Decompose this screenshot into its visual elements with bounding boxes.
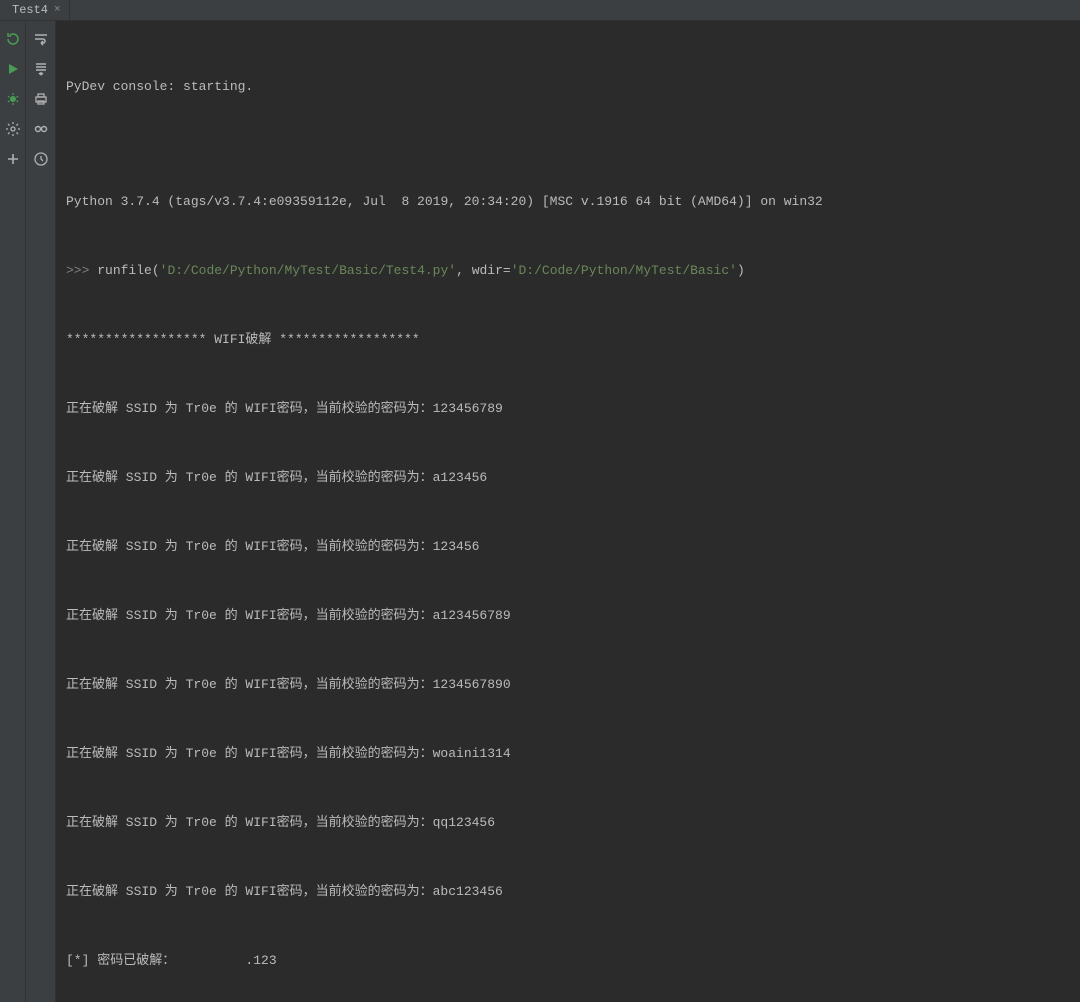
tab-test4[interactable]: Test4 ×	[4, 0, 70, 20]
console-line: >>> runfile('D:/Code/Python/MyTest/Basic…	[66, 259, 1070, 282]
console-toolbar	[26, 21, 56, 1002]
console-line: 正在破解 SSID 为 Tr0e 的 WIFI密码，当前校验的密码为：12345…	[66, 673, 1070, 696]
console-line: [*] 密码已破解： .123	[66, 949, 1070, 972]
tab-bar: Test4 ×	[0, 0, 1080, 21]
print-icon[interactable]	[33, 91, 49, 107]
console-line: 正在破解 SSID 为 Tr0e 的 WIFI密码，当前校验的密码为：12345…	[66, 397, 1070, 420]
runfile-mid: , wdir=	[456, 263, 511, 278]
console-line: Python 3.7.4 (tags/v3.7.4:e09359112e, Ju…	[66, 190, 1070, 213]
settings-icon[interactable]	[5, 121, 21, 137]
close-icon[interactable]: ×	[54, 4, 61, 16]
soft-wrap-icon[interactable]	[33, 31, 49, 47]
console-line: ****************** WIFI破解 **************…	[66, 328, 1070, 351]
console-output[interactable]: PyDev console: starting. Python 3.7.4 (t…	[56, 21, 1080, 1002]
rerun-icon[interactable]	[5, 31, 21, 47]
tab-label: Test4	[12, 3, 48, 17]
run-toolbar	[0, 21, 26, 1002]
console-line: 正在破解 SSID 为 Tr0e 的 WIFI密码，当前校验的密码为：a1234…	[66, 466, 1070, 489]
run-icon[interactable]	[5, 61, 21, 77]
content-area: PyDev console: starting. Python 3.7.4 (t…	[0, 21, 1080, 1002]
scroll-to-end-icon[interactable]	[33, 61, 49, 77]
debug-icon[interactable]	[5, 91, 21, 107]
console-line: 正在破解 SSID 为 Tr0e 的 WIFI密码，当前校验的密码为：abc12…	[66, 880, 1070, 903]
add-icon[interactable]	[5, 151, 21, 167]
prompt: >>>	[66, 263, 97, 278]
console-line: 正在破解 SSID 为 Tr0e 的 WIFI密码，当前校验的密码为：12345…	[66, 535, 1070, 558]
console-line: 正在破解 SSID 为 Tr0e 的 WIFI密码，当前校验的密码为：woain…	[66, 742, 1070, 765]
runfile-call: runfile(	[97, 263, 159, 278]
runfile-end: )	[737, 263, 745, 278]
history-icon[interactable]	[33, 151, 49, 167]
show-variables-icon[interactable]	[33, 121, 49, 137]
console-line: 正在破解 SSID 为 Tr0e 的 WIFI密码，当前校验的密码为：qq123…	[66, 811, 1070, 834]
console-line: PyDev console: starting.	[66, 75, 1070, 98]
console-line: 正在破解 SSID 为 Tr0e 的 WIFI密码，当前校验的密码为：a1234…	[66, 604, 1070, 627]
runfile-path: 'D:/Code/Python/MyTest/Basic/Test4.py'	[160, 263, 456, 278]
runfile-wdir: 'D:/Code/Python/MyTest/Basic'	[511, 263, 737, 278]
